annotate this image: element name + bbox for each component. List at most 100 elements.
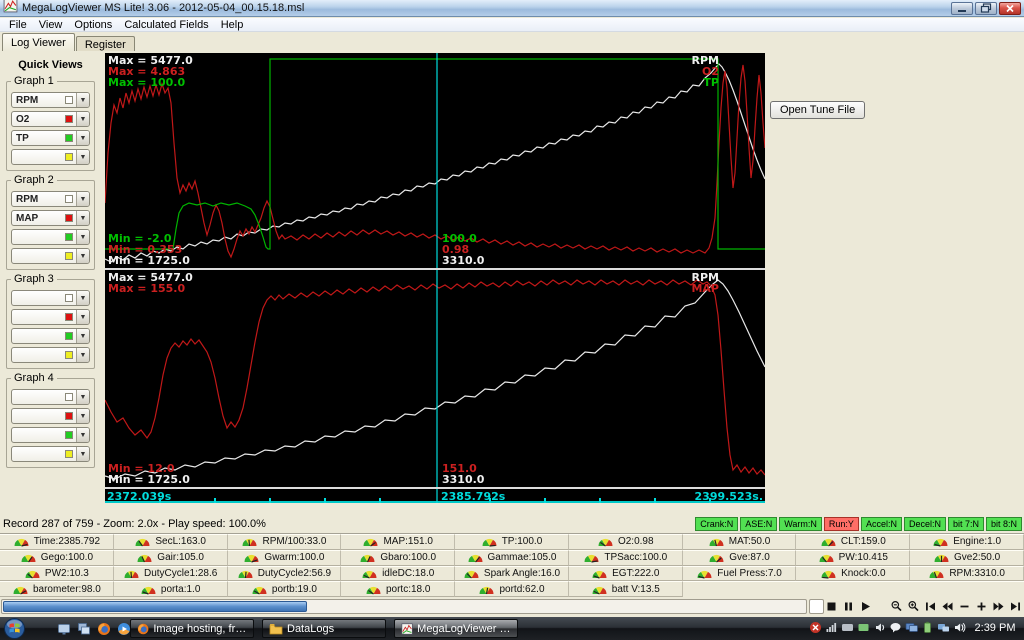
- tray-speaker[interactable]: [873, 621, 886, 639]
- chevron-down-icon[interactable]: ▼: [76, 409, 89, 423]
- combo-graph-4-4[interactable]: ▼: [11, 446, 90, 462]
- combo-graph-4-3[interactable]: ▼: [11, 427, 90, 443]
- menu-calculated-fields[interactable]: Calculated Fields: [118, 19, 214, 31]
- combo-value: MAP: [16, 213, 65, 224]
- menu-help[interactable]: Help: [215, 19, 250, 31]
- gauge-value: Knock:0.0: [841, 568, 885, 579]
- start-button[interactable]: [4, 618, 25, 639]
- forward-button[interactable]: [992, 600, 1005, 613]
- tray-ocz[interactable]: [841, 621, 854, 639]
- gauge-filler: [683, 581, 1024, 597]
- chevron-down-icon[interactable]: ▼: [76, 192, 89, 206]
- quicklaunch-show-desktop[interactable]: [56, 621, 71, 636]
- frame-indicator-box: [809, 599, 824, 614]
- combo-value: RPM: [16, 194, 65, 205]
- tray-chat[interactable]: [889, 621, 902, 639]
- combo-graph-2-3[interactable]: ▼: [11, 229, 90, 245]
- tray-display[interactable]: [905, 621, 918, 639]
- tray-signal[interactable]: [825, 621, 838, 639]
- combo-graph-4-1[interactable]: ▼: [11, 389, 90, 405]
- gauge-row: Gego:100.0Gair:105.0Gwarm:100.0Gbaro:100…: [0, 550, 1024, 566]
- restore-button[interactable]: [975, 2, 997, 15]
- combo-graph-1-2[interactable]: O2▼: [11, 111, 90, 127]
- tray-security[interactable]: [809, 621, 822, 639]
- minus-button[interactable]: [958, 600, 971, 613]
- pause-button[interactable]: [842, 600, 855, 613]
- time-axis[interactable]: 2372.039s 2385.792s 2399.523s.: [105, 489, 765, 503]
- tray-mail[interactable]: [857, 621, 870, 639]
- gauge-idledc: idleDC:18.0: [341, 566, 455, 582]
- badge-bit-7-n: bit 7:N: [948, 517, 984, 531]
- gauge-fuel-press: Fuel Press:7.0: [683, 566, 797, 582]
- chevron-down-icon[interactable]: ▼: [76, 131, 89, 145]
- task-datalogs[interactable]: DataLogs: [262, 619, 386, 638]
- gauge-value: batt V:13.5: [612, 584, 660, 595]
- play-button[interactable]: [859, 600, 872, 613]
- network-icon: [937, 621, 950, 634]
- combo-graph-1-3[interactable]: TP▼: [11, 130, 90, 146]
- zoom-in-button[interactable]: [907, 600, 920, 613]
- chevron-down-icon[interactable]: ▼: [76, 329, 89, 343]
- open-tune-file-button[interactable]: Open Tune File: [770, 101, 865, 119]
- tab-register[interactable]: Register: [76, 36, 135, 51]
- titlebar[interactable]: MegaLogViewer MS Lite! 3.06 - 2012-05-04…: [0, 0, 1024, 17]
- chevron-down-icon[interactable]: ▼: [76, 93, 89, 107]
- menu-file[interactable]: File: [3, 19, 33, 31]
- skip-end-button[interactable]: [1009, 600, 1022, 613]
- tray-battery[interactable]: [921, 621, 934, 639]
- gauge-value: DutyCycle2:56.9: [258, 568, 331, 579]
- chevron-down-icon[interactable]: ▼: [76, 249, 89, 263]
- chevron-down-icon[interactable]: ▼: [76, 428, 89, 442]
- task-image-hosting-free[interactable]: Image hosting, free ...: [130, 619, 254, 638]
- trace-rpm: [105, 64, 765, 262]
- tray-volume[interactable]: [953, 621, 966, 639]
- chevron-down-icon[interactable]: ▼: [76, 348, 89, 362]
- chevron-down-icon[interactable]: ▼: [76, 112, 89, 126]
- combo-graph-1-1[interactable]: RPM▼: [11, 92, 90, 108]
- scrollbar-thumb[interactable]: [3, 601, 307, 612]
- combo-graph-3-4[interactable]: ▼: [11, 347, 90, 363]
- gauge-portb: portb:19.0: [228, 581, 342, 597]
- combo-graph-3-1[interactable]: ▼: [11, 290, 90, 306]
- quicklaunch-media-player[interactable]: [116, 621, 131, 636]
- tray-network[interactable]: [937, 621, 950, 639]
- chevron-down-icon[interactable]: ▼: [76, 291, 89, 305]
- series-color-chip: [65, 252, 73, 260]
- combo-graph-3-3[interactable]: ▼: [11, 328, 90, 344]
- gauge-barometer: barometer:98.0: [0, 581, 114, 597]
- quicklaunch-window-switcher[interactable]: [76, 621, 91, 636]
- series-color-chip: [65, 313, 73, 321]
- gauge-value: PW2:10.3: [45, 568, 89, 579]
- task-megalogviewer-ms[interactable]: MegaLogViewer MS...: [394, 619, 518, 638]
- graph2-chart[interactable]: Max = 5477.0Max = 155.0Min = 12.0Min = 1…: [105, 270, 765, 487]
- skip-start-button[interactable]: [924, 600, 937, 613]
- combo-graph-2-1[interactable]: RPM ▼: [11, 191, 90, 207]
- zoom-out-button[interactable]: [890, 600, 903, 613]
- menu-options[interactable]: Options: [68, 19, 118, 31]
- combo-graph-1-4[interactable]: ▼: [11, 149, 90, 165]
- menu-view[interactable]: View: [33, 19, 69, 31]
- chevron-down-icon[interactable]: ▼: [76, 310, 89, 324]
- graph1-chart[interactable]: Max = 5477.0Max = 4.863Max = 100.0Min = …: [105, 53, 765, 268]
- quicklaunch-firefox[interactable]: [96, 621, 111, 636]
- chevron-down-icon[interactable]: ▼: [76, 447, 89, 461]
- close-button[interactable]: [999, 2, 1021, 15]
- gauge-value: RPM:3310.0: [949, 568, 1005, 579]
- stop-button[interactable]: [825, 600, 838, 613]
- minimize-button[interactable]: [951, 2, 973, 15]
- plus-button[interactable]: [975, 600, 988, 613]
- combo-graph-4-2[interactable]: ▼: [11, 408, 90, 424]
- chevron-down-icon[interactable]: ▼: [76, 211, 89, 225]
- chevron-down-icon[interactable]: ▼: [76, 150, 89, 164]
- gauge-icon: [140, 584, 157, 595]
- combo-graph-2-4[interactable]: ▼: [11, 248, 90, 264]
- chevron-down-icon[interactable]: ▼: [76, 390, 89, 404]
- timeline-scrollbar[interactable]: [1, 599, 807, 614]
- combo-graph-3-2[interactable]: ▼: [11, 309, 90, 325]
- chevron-down-icon[interactable]: ▼: [76, 230, 89, 244]
- combo-graph-2-2[interactable]: MAP ▼: [11, 210, 90, 226]
- tab-log-viewer[interactable]: Log Viewer: [2, 33, 75, 51]
- trace-rpm: [105, 280, 765, 479]
- rewind-button[interactable]: [941, 600, 954, 613]
- gauge-icon: [818, 552, 835, 563]
